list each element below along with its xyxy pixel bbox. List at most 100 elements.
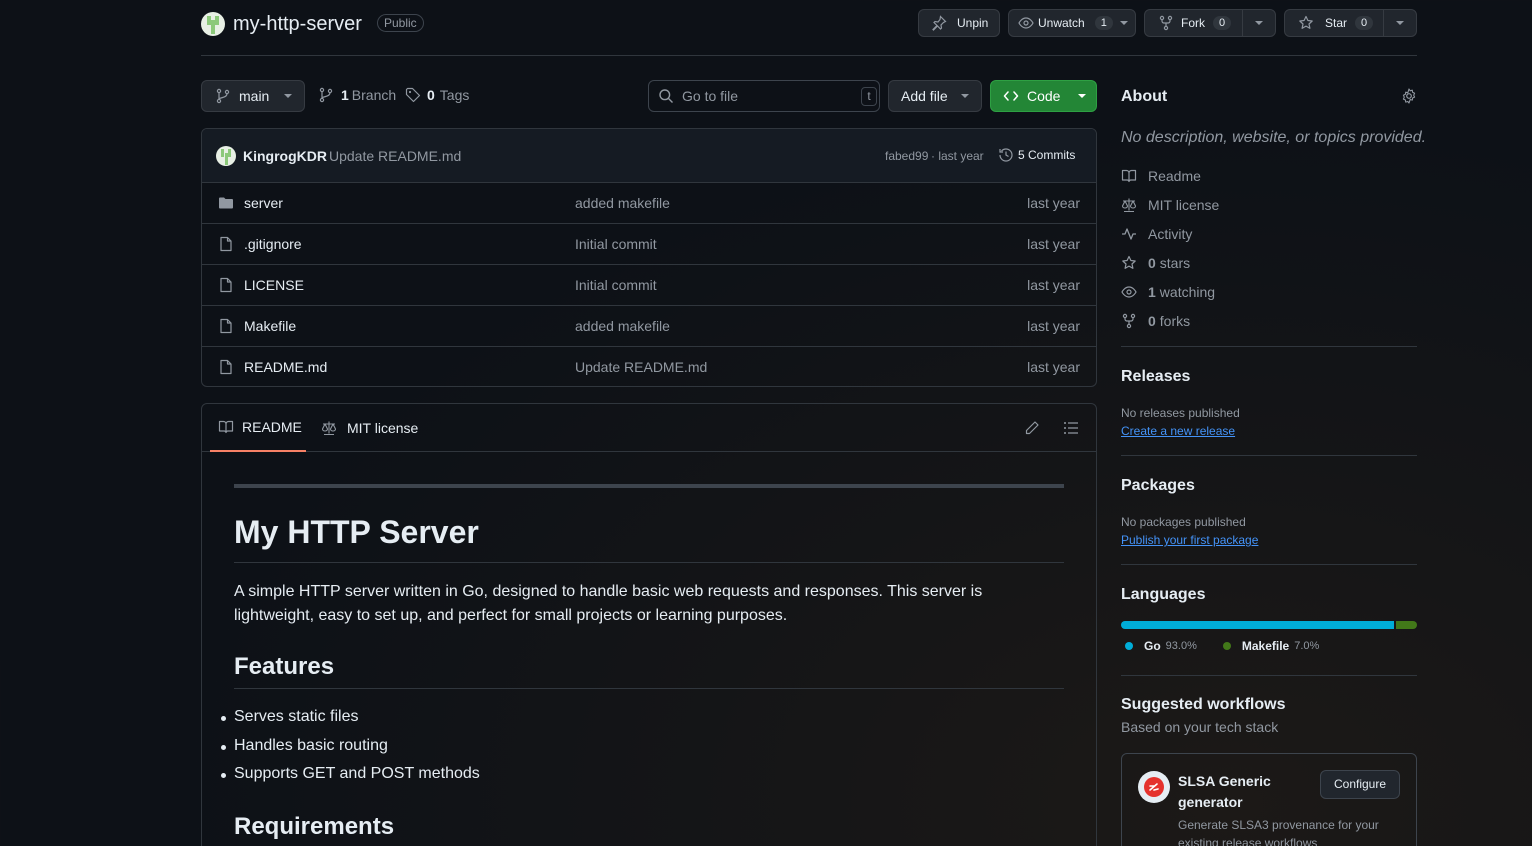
requirements-heading: Requirements [234, 813, 395, 840]
commit-message-link[interactable]: Initial commit [575, 236, 657, 252]
watch-dropdown[interactable] [1113, 10, 1135, 36]
add-file-button[interactable]: Add file [888, 80, 982, 112]
tags-link[interactable]: 0 Tags [405, 87, 469, 103]
commit-message-link[interactable]: added makefile [575, 318, 670, 334]
go-to-file-input[interactable]: Go to file t [648, 80, 880, 112]
languages-heading: Languages [1121, 586, 1206, 603]
configure-button[interactable]: Configure [1320, 770, 1400, 799]
workflow-title-line-2: generator [1178, 794, 1243, 810]
commits-count: 5 Commits [1018, 148, 1076, 162]
language-segment [1396, 621, 1417, 629]
unwatch-label: Unwatch [1038, 16, 1085, 30]
book-icon [218, 419, 234, 435]
features-list: Serves static files Handles basic routing… [202, 708, 480, 794]
shortcut-key: t [861, 87, 877, 106]
watching-link[interactable]: 1 watching [1121, 284, 1215, 300]
stars-count: 0 [1148, 255, 1156, 271]
pin-icon [931, 15, 947, 31]
caret-down-icon [960, 93, 970, 99]
star-icon [1298, 15, 1314, 31]
repo-avatar [201, 12, 225, 36]
latest-commit-bar: KingrogKDR Update README.md fabed99 · la… [202, 129, 1096, 182]
caret-down-icon [1077, 93, 1087, 99]
fork-dropdown[interactable] [1243, 10, 1275, 36]
star-dropdown[interactable] [1384, 10, 1416, 36]
file-name-link[interactable]: Makefile [244, 318, 296, 334]
commit-age: last year [1027, 277, 1080, 293]
star-button[interactable]: Star 0 [1285, 10, 1384, 36]
commits-link[interactable]: 5 Commits [998, 147, 1075, 163]
packages-empty: No packages published [1121, 515, 1246, 529]
file-name-link[interactable]: LICENSE [244, 277, 304, 293]
fork-button-group[interactable]: Fork 0 [1144, 9, 1276, 37]
star-icon [1121, 255, 1148, 271]
table-row[interactable]: Makefile added makefile last year [202, 305, 1096, 346]
workflows-subheading: Based on your tech stack [1121, 719, 1279, 735]
gear-icon[interactable] [1401, 88, 1417, 104]
commit-hash[interactable]: fabed99 [885, 149, 928, 163]
file-name-link[interactable]: server [244, 195, 283, 211]
language-item[interactable]: Makefile 7.0% [1219, 639, 1319, 653]
watch-button-group[interactable]: Unwatch 1 [1008, 9, 1136, 37]
table-row[interactable]: README.md Update README.md last year [202, 346, 1096, 386]
commit-time: · last year [931, 149, 984, 163]
language-dot-icon [1222, 642, 1231, 650]
file-icon [218, 318, 234, 334]
tag-icon [405, 87, 421, 103]
language-legend: Go 93.0% Makefile 7.0% [1121, 639, 1341, 653]
tag-count-label: Tags [439, 87, 470, 103]
list-item: Supports GET and POST methods [202, 765, 480, 794]
activity-link[interactable]: Activity [1121, 226, 1192, 242]
releases-heading[interactable]: Releases [1121, 368, 1190, 386]
table-row[interactable]: server added makefile last year [202, 182, 1096, 223]
repo-name[interactable]: my-http-server [233, 13, 362, 36]
fork-button[interactable]: Fork 0 [1145, 10, 1243, 36]
file-name-link[interactable]: README.md [244, 359, 327, 375]
workflow-desc-line-1: Generate SLSA3 provenance for your [1178, 818, 1379, 832]
commit-age: last year [1027, 359, 1080, 375]
pencil-icon[interactable] [1024, 420, 1040, 436]
star-button-group[interactable]: Star 0 [1284, 9, 1417, 37]
workflows-heading: Suggested workflows [1121, 696, 1286, 713]
forks-link[interactable]: 0 forks [1121, 313, 1190, 329]
fork-count: 0 [1213, 16, 1232, 30]
activity-link-label: Activity [1148, 226, 1193, 242]
author-avatar[interactable] [216, 146, 236, 166]
header-divider [201, 55, 1417, 56]
watch-count: 1 [1094, 16, 1113, 30]
branch-selector[interactable]: main [201, 80, 305, 112]
readme-link[interactable]: Readme [1121, 168, 1201, 184]
commit-message-link[interactable]: added makefile [575, 195, 670, 211]
create-release-link[interactable]: Create a new release [1121, 424, 1235, 438]
sidebar-divider [1121, 455, 1417, 456]
language-percent: 7.0% [1294, 640, 1320, 652]
file-name-link[interactable]: .gitignore [244, 236, 302, 252]
publish-package-link[interactable]: Publish your first package [1121, 533, 1258, 547]
packages-heading[interactable]: Packages [1121, 477, 1195, 495]
stars-link[interactable]: 0 stars [1121, 255, 1190, 271]
commit-message-link[interactable]: Initial commit [575, 277, 657, 293]
code-button[interactable]: Code [990, 80, 1097, 112]
commit-author[interactable]: KingrogKDR [243, 148, 327, 164]
tab-license[interactable]: MIT license [321, 404, 418, 452]
fork-icon [1158, 15, 1174, 31]
unwatch-button[interactable]: Unwatch 1 [1009, 10, 1113, 36]
fork-label: Fork [1181, 16, 1205, 30]
table-row[interactable]: LICENSE Initial commit last year [202, 264, 1096, 305]
outline-list-icon[interactable] [1063, 420, 1079, 436]
commit-message[interactable]: Update README.md [329, 148, 461, 164]
branches-link[interactable]: 1 Branch [318, 87, 396, 103]
commit-age: last year [1027, 195, 1080, 211]
table-row[interactable]: .gitignore Initial commit last year [202, 223, 1096, 264]
license-link[interactable]: MIT license [1121, 197, 1219, 213]
commit-message-link[interactable]: Update README.md [575, 359, 707, 375]
tab-readme-label: README [242, 419, 302, 435]
tab-readme[interactable]: README [210, 404, 306, 452]
tag-count: 0 [427, 87, 435, 103]
language-item[interactable]: Go 93.0% [1121, 639, 1197, 653]
unpin-button[interactable]: Unpin [918, 9, 1000, 37]
slsa-logo-icon [1138, 771, 1170, 803]
title-underline [234, 562, 1064, 563]
book-icon [1121, 168, 1148, 184]
go-to-file-placeholder: Go to file [682, 88, 739, 104]
